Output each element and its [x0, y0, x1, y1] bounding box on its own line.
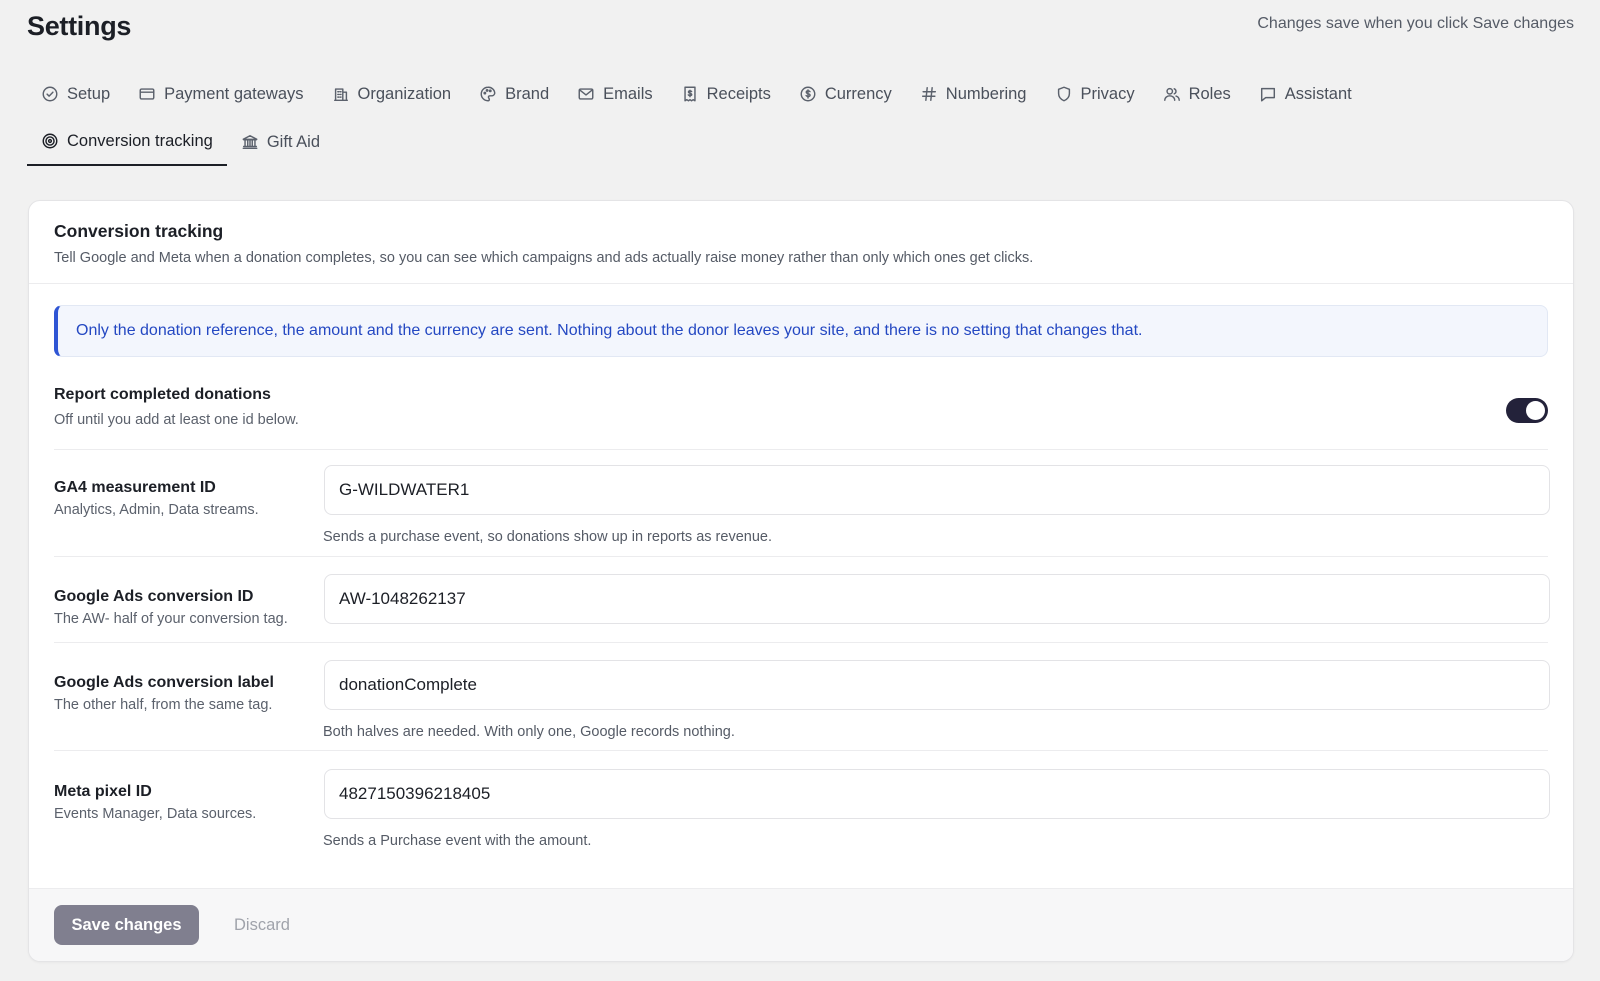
meta-label: Meta pixel ID [54, 783, 152, 800]
tab-row-2: Conversion tracking Gift Aid [27, 118, 1527, 166]
tab-setup[interactable]: Setup [27, 70, 124, 118]
divider [54, 642, 1548, 643]
save-note: Changes save when you click Save changes [1257, 15, 1574, 32]
receipt-icon [683, 86, 696, 102]
ads-id-label: Google Ads conversion ID [54, 588, 254, 605]
tab-brand[interactable]: Brand [465, 70, 563, 118]
palette-icon [480, 86, 496, 102]
ads-label-help: The other half, from the same tag. [54, 697, 273, 713]
card-footer: Save changes Discard [29, 888, 1573, 961]
chat-bubble-icon [1260, 87, 1275, 102]
tab-label: Brand [505, 84, 550, 103]
tab-receipts[interactable]: Receipts [667, 70, 785, 118]
mail-icon [578, 88, 594, 100]
tab-gift-aid[interactable]: Gift Aid [227, 118, 334, 166]
divider [54, 449, 1548, 450]
users-icon [1163, 87, 1180, 102]
ads-label-label: Google Ads conversion label [54, 674, 274, 691]
tab-label: Gift Aid [266, 132, 321, 151]
toggle-help: Off until you add at least one id below. [54, 412, 299, 428]
check-circle-icon [42, 86, 58, 102]
hash-icon [921, 86, 936, 102]
ga4-note: Sends a purchase event, so donations sho… [323, 529, 772, 545]
ads-id-input[interactable] [324, 574, 1550, 624]
divider [54, 750, 1548, 751]
report-donations-toggle[interactable] [1506, 398, 1548, 423]
tab-emails[interactable]: Emails [563, 70, 667, 118]
tab-label: Receipts [706, 84, 771, 103]
notice-text: Only the donation reference, the amount … [76, 322, 1143, 339]
card-title: Conversion tracking [54, 221, 224, 241]
settings-tabs: Setup Payment gateways Organization Bran… [27, 70, 1527, 166]
tab-assistant[interactable]: Assistant [1245, 70, 1366, 118]
tab-conversion-tracking[interactable]: Conversion tracking [27, 118, 227, 166]
tab-label: Roles [1188, 84, 1231, 103]
save-changes-button[interactable]: Save changes [54, 905, 199, 945]
tab-label: Assistant [1284, 84, 1352, 103]
conversion-tracking-card: Conversion tracking Tell Google and Meta… [28, 200, 1574, 962]
ads-label-note: Both halves are needed. With only one, G… [323, 724, 735, 740]
toggle-knob [1526, 401, 1545, 420]
tab-row-1: Setup Payment gateways Organization Bran… [27, 70, 1527, 118]
tab-privacy[interactable]: Privacy [1041, 70, 1149, 118]
tab-roles[interactable]: Roles [1149, 70, 1245, 118]
report-donations-row: Report completed donations Off until you… [54, 386, 1548, 428]
shield-icon [1057, 86, 1070, 102]
divider [54, 556, 1548, 557]
tab-label: Privacy [1080, 84, 1135, 103]
ga4-help: Analytics, Admin, Data streams. [54, 502, 259, 518]
tab-label: Currency [824, 84, 892, 103]
toggle-label: Report completed donations [54, 386, 271, 403]
bank-icon [242, 134, 258, 150]
ads-label-input[interactable] [324, 660, 1550, 710]
credit-card-icon [139, 88, 155, 100]
target-icon [42, 133, 58, 149]
card-header: Conversion tracking Tell Google and Meta… [29, 201, 1573, 284]
tab-organization[interactable]: Organization [318, 70, 466, 118]
tab-label: Payment gateways [164, 84, 304, 103]
tab-label: Numbering [945, 84, 1027, 103]
card-description: Tell Google and Meta when a donation com… [54, 250, 1034, 266]
tab-currency[interactable]: Currency [785, 70, 906, 118]
page-title: Settings [27, 11, 132, 41]
privacy-notice: Only the donation reference, the amount … [54, 305, 1548, 357]
tab-label: Organization [357, 84, 452, 103]
dollar-circle-icon [800, 86, 816, 102]
tab-label: Setup [67, 84, 111, 103]
ga4-label: GA4 measurement ID [54, 479, 216, 496]
meta-help: Events Manager, Data sources. [54, 806, 257, 822]
discard-button[interactable]: Discard [224, 905, 300, 945]
tab-label: Conversion tracking [67, 131, 213, 150]
tab-payment-gateways[interactable]: Payment gateways [124, 70, 317, 118]
meta-input[interactable] [324, 769, 1550, 819]
ads-id-help: The AW- half of your conversion tag. [54, 611, 288, 627]
tab-numbering[interactable]: Numbering [906, 70, 1041, 118]
tab-label: Emails [603, 84, 653, 103]
building-icon [333, 88, 348, 102]
ga4-input[interactable] [324, 465, 1550, 515]
meta-note: Sends a Purchase event with the amount. [323, 833, 592, 849]
